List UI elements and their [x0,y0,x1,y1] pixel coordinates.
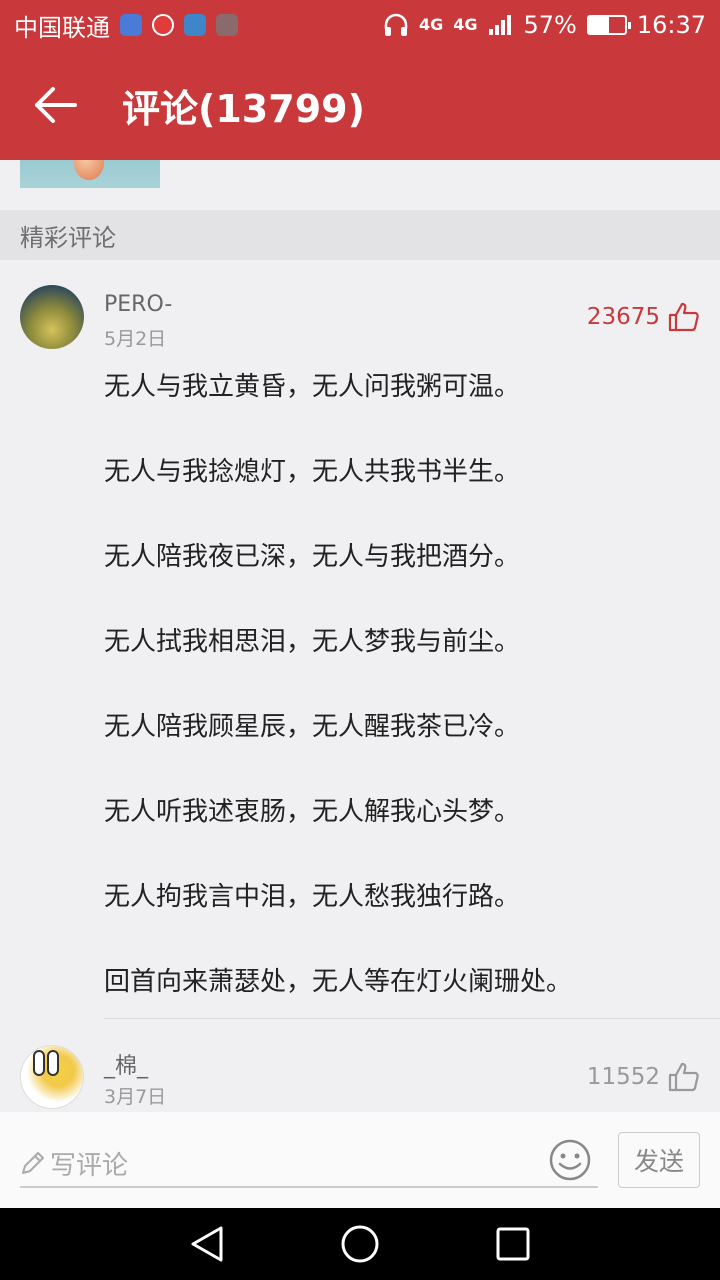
battery-icon [586,15,631,35]
comment-date: 3月7日 [104,1086,167,1108]
app-icon [184,14,206,36]
carrier-label: 中国联通 [14,13,110,42]
clock: 16:37 [636,11,706,39]
comment-line: 无人陪我夜已深，无人与我把酒分。 [104,542,521,572]
comment-body: 无人与我立黄昏，无人问我粥可温。 无人与我捻熄灯，无人共我书半生。 无人陪我夜已… [104,362,704,1042]
avatar[interactable] [20,285,84,349]
section-header: 精彩评论 [0,210,720,260]
battery-percent: 57% [523,11,577,39]
back-button[interactable] [0,50,110,160]
baidu-app-icon [120,14,142,36]
comment-input[interactable]: 写评论 [20,1140,598,1188]
smiley-icon [549,1139,591,1181]
comment-line: 无人拭我相思泪，无人梦我与前尘。 [104,627,521,657]
send-button[interactable]: 发送 [618,1132,700,1188]
emoji-button[interactable] [548,1138,592,1182]
nav-back-button[interactable] [177,1214,237,1274]
page-title: 评论(13799) [122,86,365,131]
comment-username[interactable]: PERO- [104,292,172,317]
comment-line: 无人拘我言中泪，无人愁我独行路。 [104,882,521,912]
pencil-icon [22,1152,44,1174]
comment-line: 无人与我捻熄灯，无人共我书半生。 [104,457,521,487]
square-recents-icon [496,1227,530,1261]
comment-input-bar: 写评论 发送 [0,1112,720,1208]
thumbs-up-icon [668,302,699,332]
avatar[interactable] [20,1045,84,1109]
comment-date: 5月2日 [104,328,167,350]
comment-input-placeholder: 写评论 [50,1150,129,1181]
app-bar: 评论(13799) [0,50,720,160]
nav-home-button[interactable] [330,1214,390,1274]
comment-line: 回首向来萧瑟处，无人等在灯火阑珊处。 [104,967,573,997]
system-nav-bar [0,1208,720,1280]
like-count: 11552 [586,1064,660,1090]
comment-line: 无人与我立黄昏，无人问我粥可温。 [104,372,521,402]
network-type-2: 4G [453,15,478,34]
partial-image [20,160,160,188]
nav-recents-button[interactable] [483,1214,543,1274]
netease-music-icon [152,14,174,36]
arrow-left-icon [35,87,77,123]
comment-username[interactable]: _棉_ [104,1048,148,1080]
thumbs-up-icon [668,1062,699,1092]
comment-line: 无人听我述衷肠，无人解我心头梦。 [104,797,521,827]
signal-icon [489,15,512,35]
triangle-back-icon [191,1226,223,1262]
divider [104,1018,720,1019]
like-count: 23675 [586,304,660,330]
battery-fill [588,17,610,33]
comment-list[interactable]: 精彩评论 PERO- 5月2日 23675 无人与我立黄昏，无人问我粥可温。 无… [0,160,720,1112]
status-bar: 中国联通 4G 4G 57% 16:37 [0,0,720,50]
comment-line: 无人陪我顾星辰，无人醒我茶已冷。 [104,712,521,742]
photo-app-icon [216,14,238,36]
circle-home-icon [341,1225,379,1263]
like-button[interactable]: 23675 [587,302,700,332]
network-type: 4G [418,15,444,34]
like-button[interactable]: 11552 [587,1062,700,1092]
headphones-icon [384,13,408,36]
